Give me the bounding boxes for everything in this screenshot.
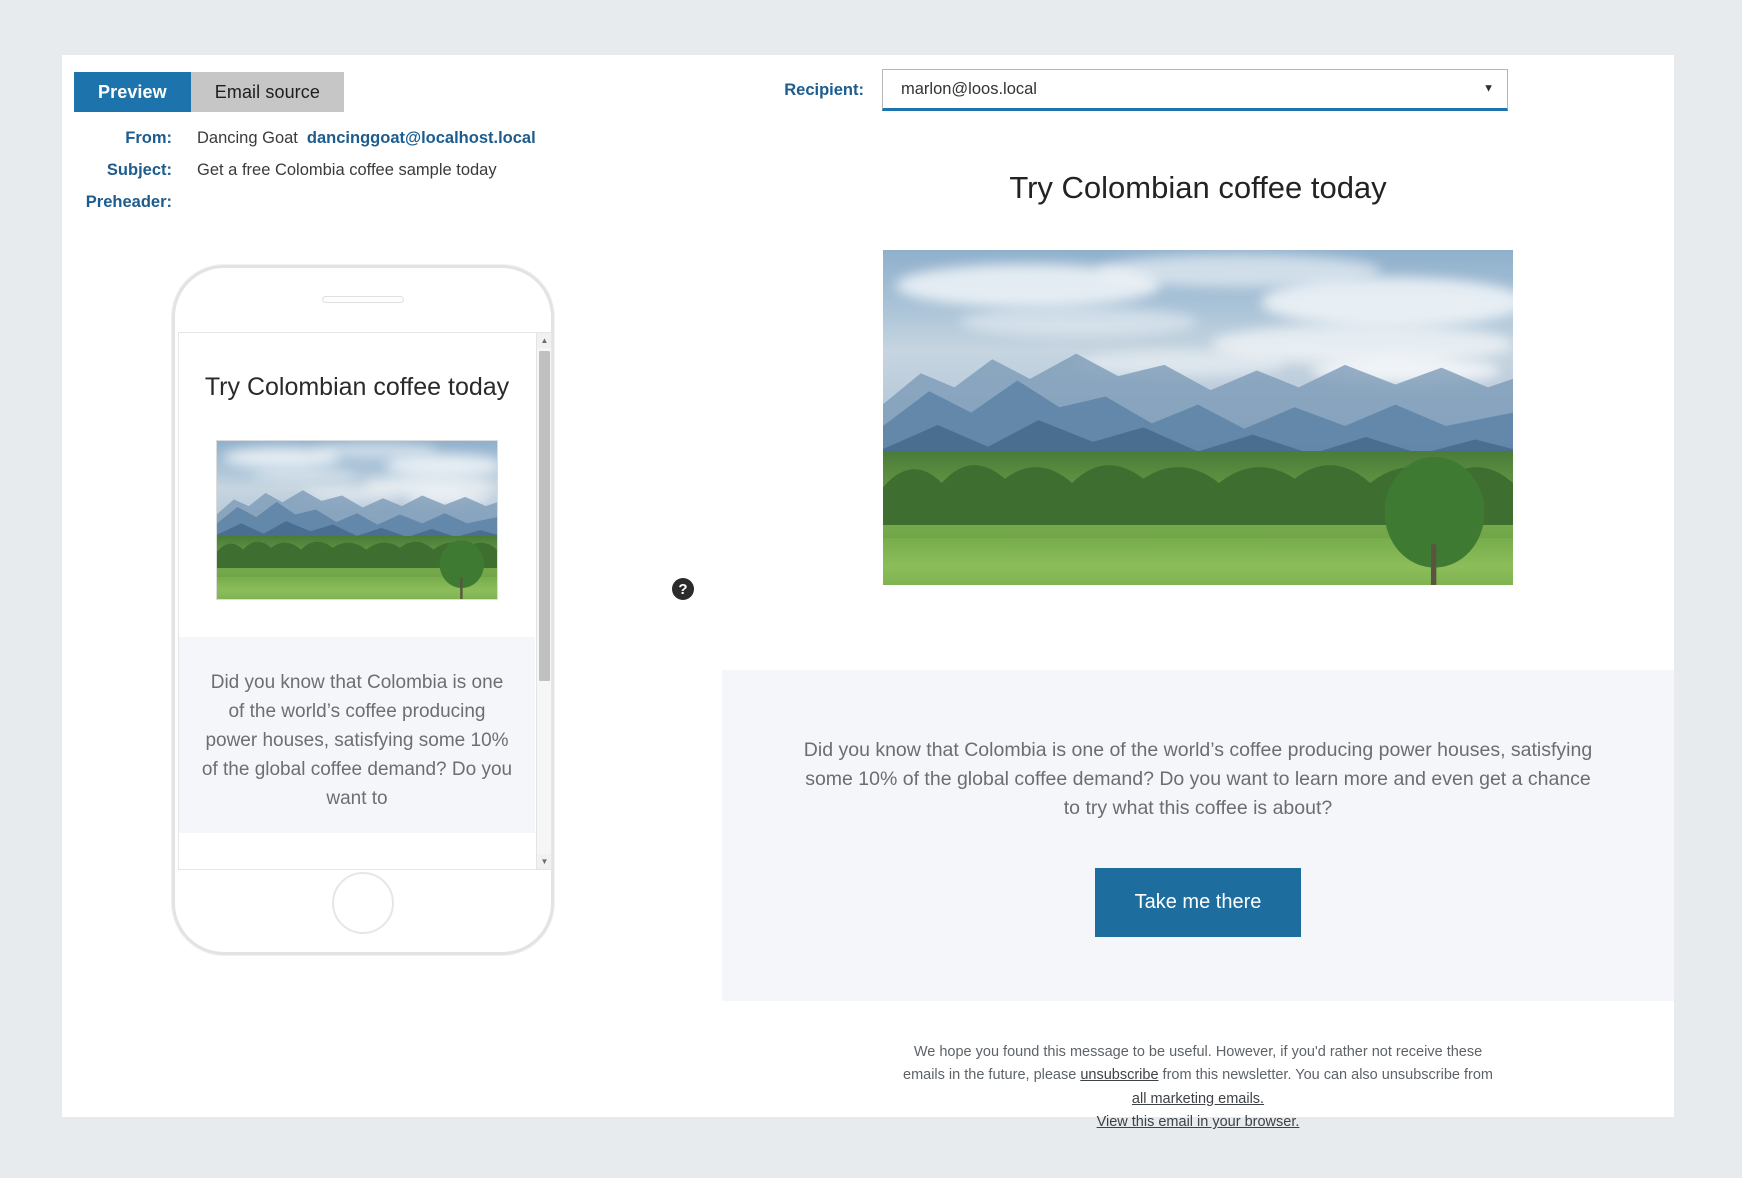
subject-value: Get a free Colombia coffee sample today (197, 161, 497, 179)
phone-speaker-icon (322, 296, 404, 303)
from-label: From: (125, 129, 172, 147)
scroll-up-arrow-icon[interactable]: ▲ (537, 333, 551, 348)
meta-row-subject: Subject: Get a free Colombia coffee samp… (62, 161, 702, 193)
mobile-preview: Try Colombian coffee today Did you know … (172, 265, 694, 965)
phone-hero-image (216, 440, 498, 600)
preview-panel: Preview Email source From: Dancing Goat d… (62, 55, 1674, 1130)
email-body-text: Did you know that Colombia is one of the… (803, 739, 1593, 819)
left-column: Preview Email source From: Dancing Goat d… (62, 55, 722, 1117)
tab-preview[interactable]: Preview (74, 72, 191, 112)
help-icon[interactable]: ? (672, 578, 694, 600)
recipient-selected-value: marlon@loos.local (901, 79, 1037, 98)
email-body-section: Did you know that Colombia is one of the… (722, 670, 1674, 1001)
footer-text-part2: from this newsletter. You can also unsub… (1158, 1067, 1493, 1084)
recipient-bar: Recipient: marlon@loos.local ▼ (722, 69, 1674, 111)
email-meta: From: Dancing Goat dancinggoat@localhost.… (62, 129, 702, 225)
phone-email-content: Try Colombian coffee today Did you know … (179, 333, 535, 834)
chevron-down-icon: ▼ (1483, 82, 1494, 95)
all-marketing-emails-link[interactable]: all marketing emails. (1132, 1091, 1264, 1107)
view-tabs: Preview Email source (74, 72, 344, 112)
phone-email-title: Try Colombian coffee today (204, 373, 510, 401)
scroll-thumb[interactable] (539, 351, 550, 681)
phone-screen: Try Colombian coffee today Did you know … (178, 332, 552, 870)
page-root: Preview Email source From: Dancing Goat d… (0, 0, 1742, 1178)
email-footer: We hope you found this message to be use… (848, 1001, 1548, 1155)
email-title: Try Colombian coffee today (1009, 170, 1387, 205)
desktop-email-preview: Try Colombian coffee today Did you know … (722, 131, 1674, 1155)
email-header-section: Try Colombian coffee today (722, 131, 1674, 616)
phone-frame: Try Colombian coffee today Did you know … (172, 265, 554, 955)
email-hero-image (883, 250, 1513, 586)
view-in-browser-link[interactable]: View this email in your browser. (898, 1111, 1498, 1134)
phone-scrollbar[interactable]: ▲ ▼ (536, 333, 551, 869)
scroll-down-arrow-icon[interactable]: ▼ (537, 854, 551, 869)
from-email: dancinggoat@localhost.local (306, 129, 536, 147)
meta-row-from: From: Dancing Goat dancinggoat@localhost.… (62, 129, 702, 161)
recipient-select[interactable]: marlon@loos.local ▼ (882, 69, 1508, 111)
phone-home-button (332, 872, 394, 934)
tab-email-source[interactable]: Email source (190, 72, 344, 112)
from-name: Dancing Goat (197, 129, 298, 147)
right-column: Recipient: marlon@loos.local ▼ Try Colom… (722, 55, 1674, 1130)
take-me-there-button[interactable]: Take me there (1094, 867, 1302, 937)
subject-label: Subject: (106, 161, 172, 179)
recipient-label: Recipient: (784, 80, 864, 99)
preheader-label: Preheader: (85, 193, 172, 211)
unsubscribe-link[interactable]: unsubscribe (1080, 1067, 1158, 1083)
meta-row-preheader: Preheader: (62, 193, 702, 225)
from-value: Dancing Goat dancinggoat@localhost.local (197, 129, 536, 148)
phone-email-body: Did you know that Colombia is one of the… (179, 637, 535, 834)
